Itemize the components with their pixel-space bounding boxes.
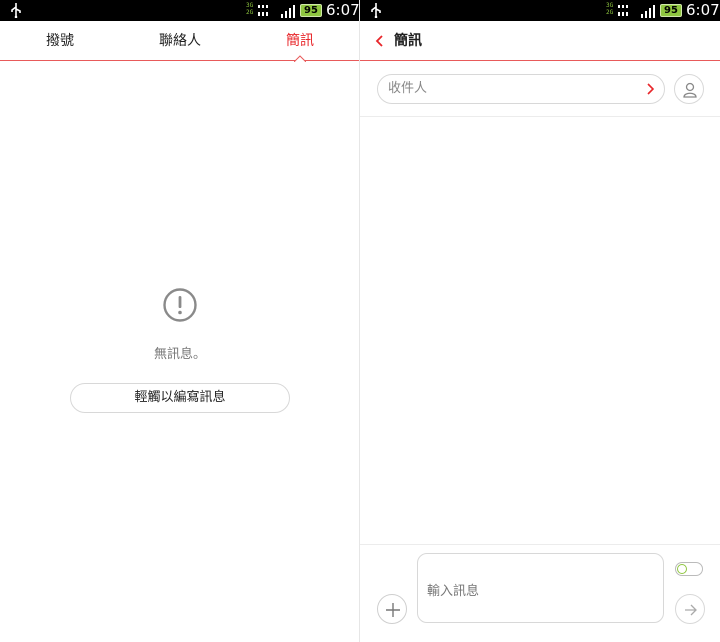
data-activity-icon [258,5,268,16]
plus-icon [386,603,400,617]
recipient-input[interactable]: 收件人 [377,74,665,104]
signal-strength-icon [641,5,655,18]
arrow-right-icon [685,604,697,616]
new-message-screen: 3G 2G 95 6:07 簡訊 收件人 輸入訊息 [360,0,720,642]
messages-list-screen: 3G 2G 95 6:07 撥號 聯絡人 簡訊 無訊息。 輕觸以編寫訊息 [0,0,360,642]
data-activity-icon [618,5,628,16]
exclamation-circle-icon [163,288,197,322]
status-time: 6:07 [686,1,720,19]
status-time: 6:07 [326,1,360,19]
message-placeholder: 輸入訊息 [427,584,480,599]
usb-icon [371,3,381,18]
tab-bar: 撥號 聯絡人 簡訊 [0,21,359,62]
app-header: 簡訊 [360,21,720,61]
tab-contacts[interactable]: 聯絡人 [140,21,220,61]
add-attachment-button[interactable] [377,594,407,624]
person-icon [683,82,697,98]
signal-strength-icon [281,5,295,18]
tab-dialer[interactable]: 撥號 [20,21,100,61]
status-bar: 3G 2G 95 6:07 [0,0,359,21]
pick-contact-button[interactable] [674,74,704,104]
usb-icon [11,3,21,18]
page-title: 簡訊 [394,33,422,49]
compose-message-button[interactable]: 輕觸以編寫訊息 [70,383,290,413]
battery-indicator: 95 [300,4,322,17]
sim-toggle[interactable] [675,562,703,576]
status-bar: 3G 2G 95 6:07 [360,0,720,21]
chevron-right-icon[interactable] [646,83,654,95]
empty-state-text: 無訊息。 [153,347,206,362]
active-tab-indicator [294,55,306,62]
message-input[interactable]: 輸入訊息 [417,553,664,623]
battery-indicator: 95 [660,4,682,17]
toggle-knob [677,564,687,574]
recipient-placeholder: 收件人 [388,81,428,96]
composer-bar: 輸入訊息 [360,544,720,642]
network-type: 3G 2G [246,2,254,16]
recipient-row: 收件人 [360,61,720,117]
chevron-left-icon[interactable] [374,34,384,48]
send-button[interactable] [675,594,705,624]
network-type: 3G 2G [606,2,614,16]
